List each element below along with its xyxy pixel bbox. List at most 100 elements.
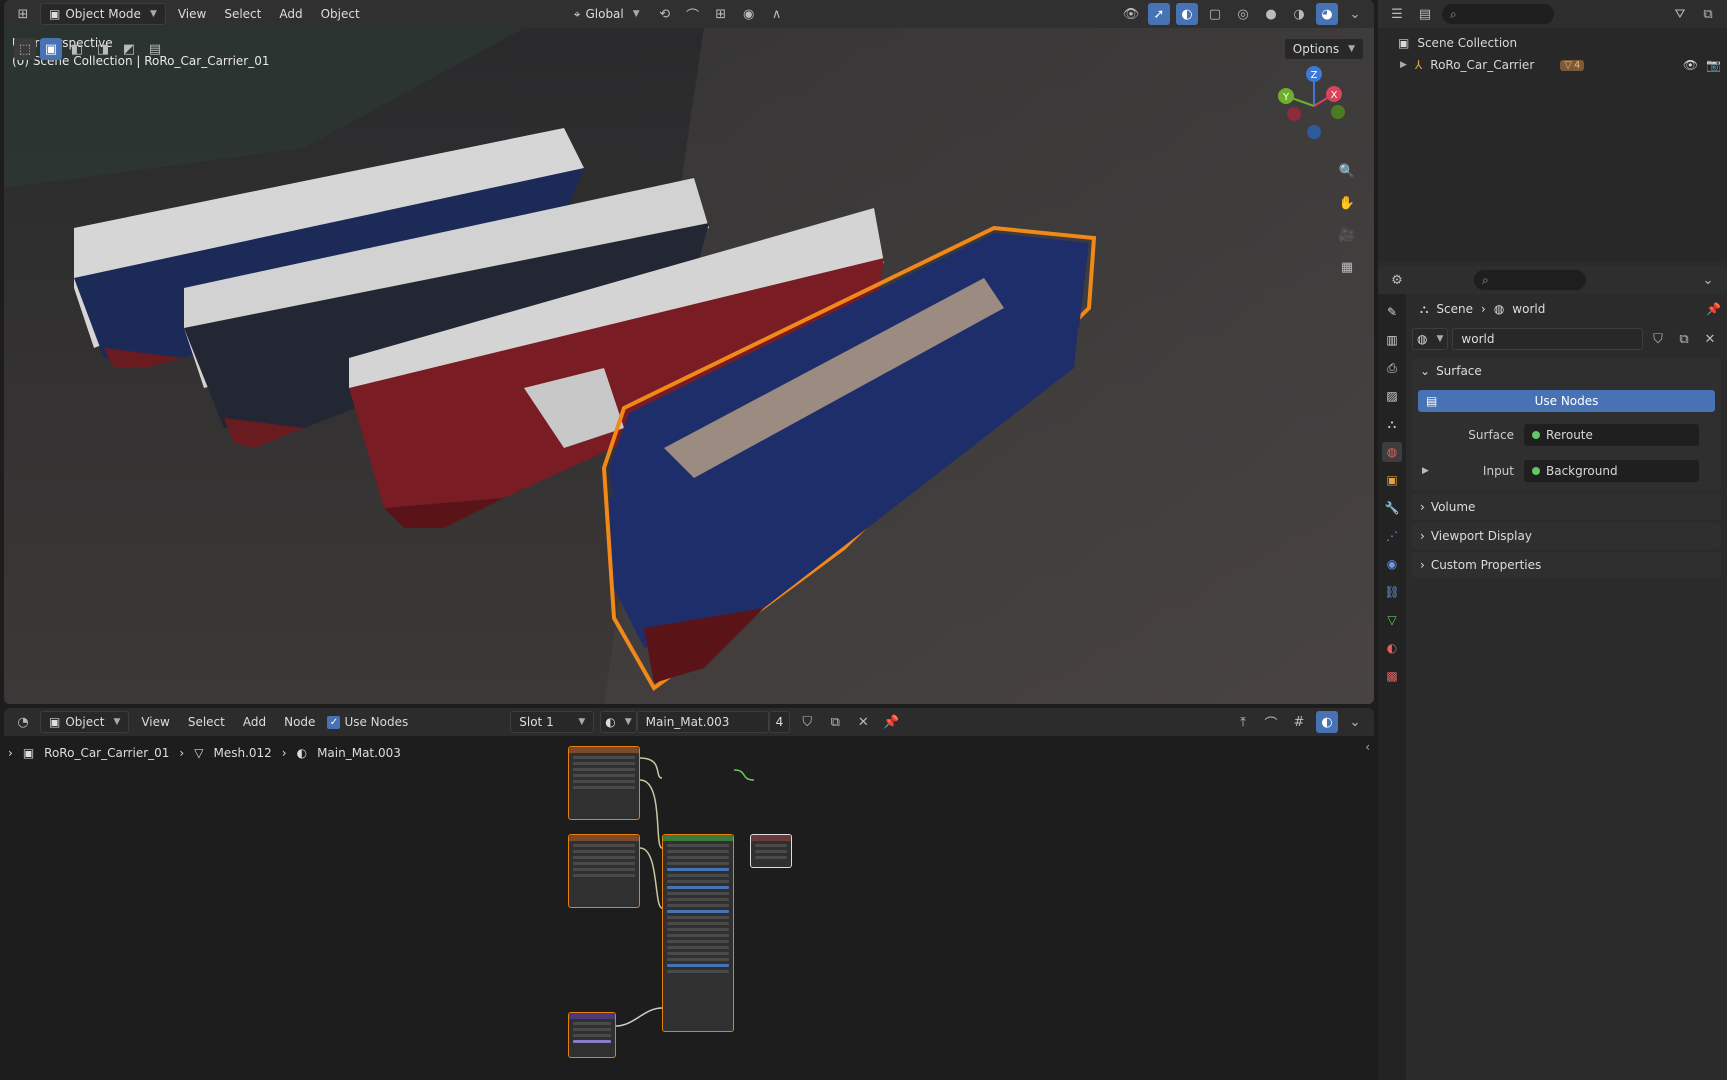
- options-dropdown[interactable]: Options ▼: [1283, 38, 1364, 60]
- surface-value-field[interactable]: Reroute: [1524, 424, 1699, 446]
- overlay-toggle-icon[interactable]: ◐: [1176, 3, 1198, 25]
- new-collection-icon[interactable]: ⧉: [1697, 3, 1719, 25]
- input-value-field[interactable]: Background: [1524, 460, 1699, 482]
- menu-view[interactable]: View: [172, 5, 212, 23]
- modifier-tab-icon[interactable]: 🔧: [1382, 498, 1402, 518]
- solid-shading-icon[interactable]: ●: [1260, 3, 1282, 25]
- gizmo-toggle-icon[interactable]: ➚: [1148, 3, 1170, 25]
- material-output-node[interactable]: [750, 834, 792, 868]
- tool-tab-icon[interactable]: ✎: [1382, 302, 1402, 322]
- unlink-close-icon[interactable]: ✕: [1699, 328, 1721, 350]
- select-box-subtract-icon[interactable]: ◨: [92, 38, 114, 60]
- filter-icon[interactable]: ⛛: [1669, 3, 1691, 25]
- properties-editor[interactable]: ⚙ ⌕ ⌄ ✎ ▥ ⎙ ▨ ⛬ ◍ ▣ 🔧 ⋰ ◉ ⛓ ▽ ◐ ▩ ⛬ Scen…: [1378, 266, 1727, 1080]
- object-tab-icon[interactable]: ▣: [1382, 470, 1402, 490]
- constraints-tab-icon[interactable]: ⛓: [1382, 582, 1402, 602]
- surface-section-header[interactable]: ⌄ Surface: [1412, 358, 1721, 384]
- input-row: ▶ Input Background: [1412, 456, 1721, 486]
- node-header: [569, 747, 639, 753]
- expand-arrow-icon[interactable]: ▶: [1412, 466, 1430, 476]
- collection-icon: ▣: [1398, 36, 1410, 50]
- snap-target-icon[interactable]: ⊞: [710, 3, 732, 25]
- menu-add[interactable]: Add: [273, 5, 308, 23]
- world-datablock-row: ◍ ▼ world ⛉ ⧉ ✕: [1412, 324, 1721, 354]
- mesh-count-badge[interactable]: ▽ 4: [1560, 59, 1585, 71]
- world-browse-button[interactable]: ◍ ▼: [1412, 328, 1449, 350]
- material-tab-icon[interactable]: ◐: [1382, 638, 1402, 658]
- use-nodes-button[interactable]: ▤ Use Nodes: [1418, 390, 1715, 412]
- material-shading-icon[interactable]: ◑: [1288, 3, 1310, 25]
- world-name-field[interactable]: world: [1452, 328, 1643, 350]
- node-row: [667, 892, 729, 895]
- snap-icon[interactable]: ⌒: [682, 3, 704, 25]
- select-tool-icon[interactable]: ⬚: [14, 38, 36, 60]
- particles-tab-icon[interactable]: ⋰: [1382, 526, 1402, 546]
- select-box-intersect-icon[interactable]: ▤: [144, 38, 166, 60]
- shader-editor[interactable]: ◔ ▣ Object ▼ View Select Add Node ✓ Use No…: [4, 708, 1374, 1080]
- camera-render-icon[interactable]: 📷: [1706, 58, 1721, 72]
- image-texture-node-1[interactable]: [568, 746, 640, 820]
- output-tab-icon[interactable]: ⎙: [1382, 358, 1402, 378]
- data-tab-icon[interactable]: ▽: [1382, 610, 1402, 630]
- viewport-display-section-header[interactable]: › Viewport Display: [1412, 523, 1721, 549]
- visibility-icon[interactable]: 👁: [1120, 3, 1142, 25]
- select-box-extend-icon[interactable]: ◧: [66, 38, 88, 60]
- eye-visibility-icon[interactable]: 👁: [1683, 58, 1698, 72]
- pin-icon[interactable]: 📌: [1706, 302, 1721, 316]
- display-mode-icon[interactable]: ▤: [1414, 3, 1436, 25]
- pivot-icon[interactable]: ⟲: [654, 3, 676, 25]
- principled-bsdf-node[interactable]: [662, 834, 734, 1032]
- physics-tab-icon[interactable]: ◉: [1382, 554, 1402, 574]
- normal-map-node[interactable]: [568, 1012, 616, 1058]
- expand-arrow-icon[interactable]: ▶: [1400, 60, 1407, 70]
- node-row: [667, 904, 729, 907]
- mode-dropdown[interactable]: ▣ Object Mode ▼: [40, 3, 166, 25]
- options-label: Options: [1292, 42, 1340, 56]
- render-tab-icon[interactable]: ▥: [1382, 330, 1402, 350]
- custom-properties-section-header[interactable]: › Custom Properties: [1412, 552, 1721, 578]
- chevron-down-icon[interactable]: ⌄: [1697, 269, 1719, 291]
- outliner-root-row[interactable]: ▣ Scene Collection: [1398, 36, 1517, 50]
- node-header: [569, 835, 639, 841]
- falloff-icon[interactable]: ∧: [766, 3, 788, 25]
- outliner-editor-type-icon[interactable]: ☰: [1386, 3, 1408, 25]
- outliner-search[interactable]: ⌕: [1442, 4, 1554, 24]
- editor-type-icon[interactable]: ⊞: [12, 3, 34, 25]
- duplicate-world-icon[interactable]: ⧉: [1673, 328, 1695, 350]
- scene-tab-icon[interactable]: ⛬: [1382, 414, 1402, 434]
- world-icon: ◍: [1417, 332, 1428, 346]
- node-row: [573, 774, 635, 777]
- wireframe-shading-icon[interactable]: ◎: [1232, 3, 1254, 25]
- volume-section-header[interactable]: › Volume: [1412, 494, 1721, 520]
- ortho-grid-icon[interactable]: ▦: [1336, 256, 1358, 278]
- texture-tab-icon[interactable]: ▩: [1382, 666, 1402, 686]
- xray-icon[interactable]: ▢: [1204, 3, 1226, 25]
- camera-view-icon[interactable]: 🎥: [1336, 224, 1358, 246]
- select-box-new-icon[interactable]: ▣: [40, 38, 62, 60]
- node-row: [667, 856, 729, 859]
- rendered-shading-icon[interactable]: ◕: [1316, 3, 1338, 25]
- image-texture-node-2[interactable]: [568, 834, 640, 908]
- orientation-dropdown[interactable]: ⌖ Global ▼: [566, 3, 648, 25]
- node-row: [573, 762, 635, 765]
- pan-hand-icon[interactable]: ✋: [1336, 192, 1358, 214]
- chevron-down-icon: ▼: [149, 9, 157, 19]
- 3d-viewport[interactable]: ⊞ ▣ Object Mode ▼ View Select Add Object ⌖…: [4, 0, 1374, 704]
- fake-user-shield-icon[interactable]: ⛉: [1647, 328, 1669, 350]
- world-tab-icon[interactable]: ◍: [1382, 442, 1402, 462]
- collapse-chevron-icon[interactable]: ‹: [1365, 740, 1370, 754]
- navigation-gizmo[interactable]: Z Y X: [1274, 66, 1354, 146]
- outliner-item-row[interactable]: ▶ ⅄ RoRo_Car_Carrier ▽ 4 👁 📷: [1400, 58, 1721, 72]
- outliner[interactable]: ☰ ▤ ⌕ ⛛ ⧉ ▣ Scene Collection ▶ ⅄ RoRo_Ca…: [1378, 0, 1727, 262]
- properties-search[interactable]: ⌕: [1474, 270, 1586, 290]
- shading-options-icon[interactable]: ⌄: [1344, 3, 1366, 25]
- properties-editor-type-icon[interactable]: ⚙: [1386, 269, 1408, 291]
- viewport-scene[interactable]: User Perspective (0) Scene Collection | …: [4, 28, 1374, 704]
- select-box-invert-icon[interactable]: ◩: [118, 38, 140, 60]
- proportional-edit-icon[interactable]: ◉: [738, 3, 760, 25]
- chevron-down-icon: ▼: [1348, 44, 1355, 54]
- view-layer-tab-icon[interactable]: ▨: [1382, 386, 1402, 406]
- menu-object[interactable]: Object: [315, 5, 366, 23]
- menu-select[interactable]: Select: [218, 5, 267, 23]
- zoom-icon[interactable]: 🔍: [1336, 160, 1358, 182]
